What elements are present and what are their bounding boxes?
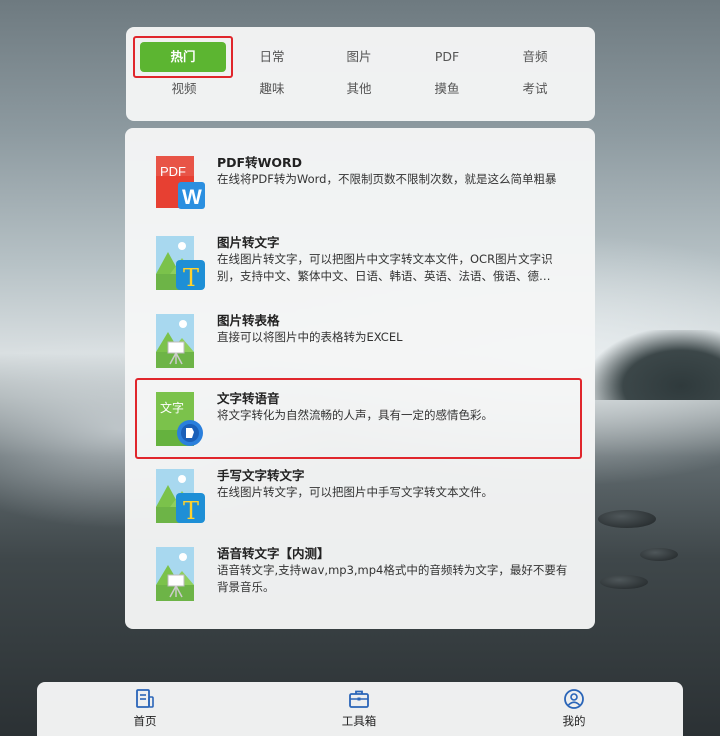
tool-list-panel: PDF W PDF转WORD 在线将PDF转为Word，不限制页数不限制次数，就… <box>125 128 595 629</box>
tool-desc: 直接可以将图片中的表格转为EXCEL <box>217 330 403 344</box>
tool-title: PDF转WORD <box>217 155 302 170</box>
tool-item-image-to-table[interactable]: 图片转表格 直接可以将图片中的表格转为EXCEL <box>125 310 595 388</box>
speech-to-text-icon <box>156 547 194 601</box>
tab-exam[interactable]: 考试 <box>492 74 578 104</box>
tool-item-speech-to-text[interactable]: 语音转文字【内测】 语音转文字,支持wav,mp3,mp4格式中的音频转为文字，… <box>125 543 595 621</box>
tool-item-pdf-to-word[interactable]: PDF W PDF转WORD 在线将PDF转为Word，不限制页数不限制次数，就… <box>125 152 595 230</box>
user-icon <box>564 689 584 709</box>
tab-other[interactable]: 其他 <box>316 74 402 104</box>
text-badge: T <box>183 264 199 292</box>
image-to-text-icon: T <box>156 236 205 292</box>
bottom-nav: 首页 工具箱 我的 <box>37 682 683 736</box>
tab-pdf[interactable]: PDF <box>404 42 490 72</box>
text-icon-label: 文字 <box>160 400 184 415</box>
tab-hot[interactable]: 热门 <box>140 42 226 72</box>
image-to-table-icon <box>156 314 194 368</box>
tool-desc: 在线将PDF转为Word，不限制页数不限制次数，就是这么简单粗暴 <box>217 172 557 186</box>
nav-label: 工具箱 <box>341 714 377 728</box>
tab-image[interactable]: 图片 <box>316 42 402 72</box>
text-badge: T <box>183 497 199 525</box>
tool-item-image-to-text[interactable]: T 图片转文字 在线图片转文字，可以把图片中文字转文本文件，OCR图片文字识别，… <box>125 232 595 310</box>
word-badge: W <box>182 186 202 209</box>
nav-profile[interactable]: 我的 <box>534 686 614 734</box>
pdf-to-word-icon: PDF W <box>156 156 205 209</box>
tool-title: 图片转表格 <box>217 313 280 328</box>
pdf-icon-label: PDF <box>160 164 186 179</box>
tool-title: 语音转文字【内测】 <box>217 546 330 561</box>
tool-title: 图片转文字 <box>217 235 280 250</box>
nav-label: 首页 <box>133 714 157 728</box>
background-treeline <box>590 330 720 400</box>
nav-label: 我的 <box>562 714 586 728</box>
tab-slack[interactable]: 摸鱼 <box>404 74 490 104</box>
nav-toolbox[interactable]: 工具箱 <box>319 686 399 734</box>
tool-desc: 语音转文字,支持wav,mp3,mp4格式中的音频转为文字，最好不要有背景音乐。 <box>217 563 568 594</box>
tab-audio[interactable]: 音频 <box>492 42 578 72</box>
background-rock <box>640 548 678 561</box>
handwriting-to-text-icon: T <box>156 469 205 525</box>
tool-item-handwriting-to-text[interactable]: T 手写文字转文字 在线图片转文字，可以把图片中手写文字转文本文件。 <box>125 465 595 543</box>
tab-daily[interactable]: 日常 <box>229 42 315 72</box>
tab-video[interactable]: 视频 <box>141 74 227 104</box>
tool-desc: 将文字转化为自然流畅的人声，具有一定的感情色彩。 <box>217 408 493 422</box>
home-doc-icon <box>136 689 154 708</box>
background-rock <box>598 510 656 528</box>
text-to-speech-icon: 文字 <box>156 392 203 446</box>
nav-home[interactable]: 首页 <box>105 686 185 734</box>
tool-desc: 在线图片转文字，可以把图片中文字转文本文件，OCR图片文字识别，支持中文、繁体中… <box>217 252 553 283</box>
category-panel: 热门 日常 图片 PDF 音频 视频 趣味 其他 摸鱼 考试 <box>126 27 595 121</box>
background-rock <box>600 575 648 589</box>
tool-title: 手写文字转文字 <box>217 468 305 483</box>
tab-fun[interactable]: 趣味 <box>229 74 315 104</box>
tool-desc: 在线图片转文字，可以把图片中手写文字转文本文件。 <box>217 485 493 499</box>
tool-item-text-to-speech[interactable]: 文字 文字转语音 将文字转化为自然流畅的人声，具有一定的感情色彩。 <box>125 388 595 466</box>
toolbox-icon <box>349 690 369 708</box>
tool-title: 文字转语音 <box>217 391 280 406</box>
